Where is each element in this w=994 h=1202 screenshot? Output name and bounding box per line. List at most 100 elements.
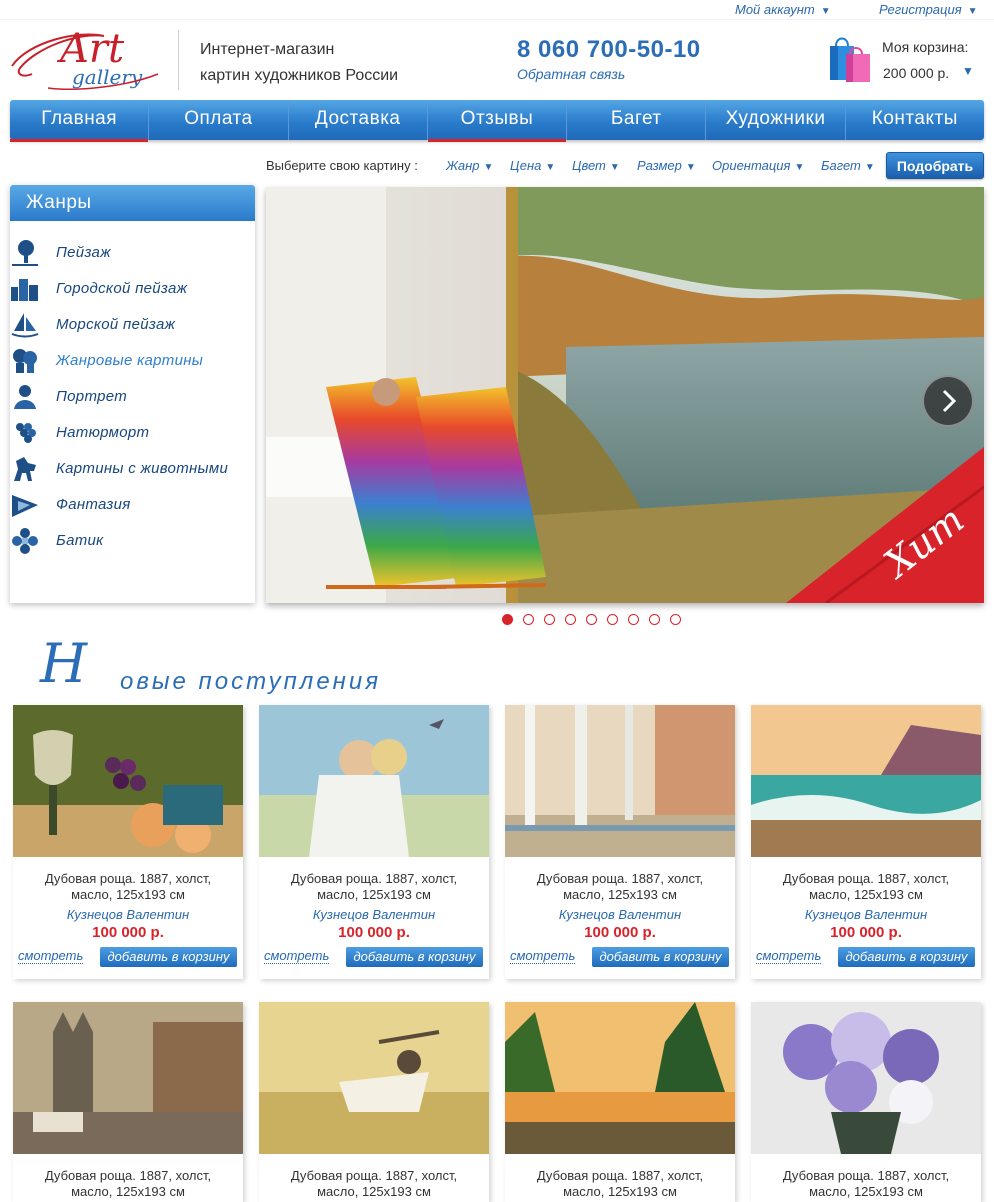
fantasy-icon xyxy=(10,491,40,519)
sidebar-item-label: Жанровые картины xyxy=(56,352,204,369)
product-image[interactable] xyxy=(13,705,243,857)
chevron-down-icon: ▼ xyxy=(820,6,831,17)
slider-next-button[interactable] xyxy=(922,375,974,427)
product-title[interactable]: Дубовая роща. 1887, холст, масло, 125х19… xyxy=(13,871,243,903)
sidebar-item-cityscape[interactable]: Городской пейзаж xyxy=(10,273,255,309)
logo[interactable]: Art gallery xyxy=(8,22,168,94)
nav-item-baguette[interactable]: Багет xyxy=(567,100,707,140)
product-title[interactable]: Дубовая роща. 1887, холст, масло, 125х19… xyxy=(751,1168,981,1200)
triangle-down-icon: ▼ xyxy=(864,162,875,173)
chevron-down-icon: ▼ xyxy=(967,6,978,17)
nav-item-payment[interactable]: Оплата xyxy=(149,100,289,140)
view-link[interactable]: смотреть xyxy=(18,948,84,964)
sidebar-item-landscape[interactable]: Пейзаж xyxy=(10,237,255,273)
triangle-down-icon: ▼ xyxy=(794,162,805,173)
chevron-right-icon xyxy=(942,389,957,413)
slider-dot[interactable] xyxy=(586,614,597,625)
add-to-cart-button[interactable]: добавить в корзину xyxy=(346,947,483,967)
sidebar-item-animals[interactable]: Картины с животными xyxy=(10,453,255,489)
view-link[interactable]: смотреть xyxy=(264,948,330,964)
view-link[interactable]: смотреть xyxy=(510,948,576,964)
filter-genre[interactable]: Жанр ▼ xyxy=(446,158,493,173)
genre-list: Пейзаж Городской пейзаж Морской пейзаж Ж… xyxy=(10,237,255,561)
add-to-cart-button[interactable]: добавить в корзину xyxy=(100,947,237,967)
product-image[interactable] xyxy=(13,1002,243,1154)
new-arrivals-title: Н овые поступления xyxy=(40,632,460,696)
product-title[interactable]: Дубовая роща. 1887, холст, масло, 125х19… xyxy=(259,1168,489,1200)
sidebar-item-portrait[interactable]: Портрет xyxy=(10,381,255,417)
cart-total[interactable]: 200 000 р. xyxy=(883,65,949,81)
register-link[interactable]: Регистрация ▼ xyxy=(879,2,978,17)
filter-orientation-label: Ориентация xyxy=(712,158,791,173)
slider-image: Хит xyxy=(266,187,984,603)
sidebar-item-fantasy[interactable]: Фантазия xyxy=(10,489,255,525)
product-price: 100 000 р. xyxy=(92,924,164,941)
sidebar-item-label: Городской пейзаж xyxy=(56,280,188,297)
slider-dot[interactable] xyxy=(523,614,534,625)
hero-slider[interactable]: Хит xyxy=(266,187,984,603)
slider-dot[interactable] xyxy=(649,614,660,625)
account-link[interactable]: Мой аккаунт ▼ xyxy=(735,2,831,17)
product-image[interactable] xyxy=(259,705,489,857)
product-image[interactable] xyxy=(259,1002,489,1154)
nav-item-reviews[interactable]: Отзывы xyxy=(427,100,568,142)
filter-label: Выберите свою картину : xyxy=(266,158,418,173)
product-artist[interactable]: Кузнецов Валентин xyxy=(13,907,243,922)
slider-dot[interactable] xyxy=(544,614,555,625)
product-title[interactable]: Дубовая роща. 1887, холст, масло, 125х19… xyxy=(505,1168,735,1200)
product-image[interactable] xyxy=(505,1002,735,1154)
slider-dot[interactable] xyxy=(565,614,576,625)
filter-color[interactable]: Цвет ▼ xyxy=(572,158,620,173)
product-artist[interactable]: Кузнецов Валентин xyxy=(505,907,735,922)
sailboat-icon xyxy=(10,311,40,339)
shopping-bag-icon[interactable] xyxy=(828,34,874,84)
sidebar-item-genre-paintings[interactable]: Жанровые картины xyxy=(10,345,255,381)
header-divider xyxy=(178,30,179,90)
slider-dot[interactable] xyxy=(607,614,618,625)
nav-item-contacts[interactable]: Контакты xyxy=(846,100,984,140)
nav-item-delivery[interactable]: Доставка xyxy=(289,100,428,140)
register-label: Регистрация xyxy=(879,2,962,17)
sidebar-item-label: Морской пейзаж xyxy=(56,316,176,333)
product-price: 100 000 р. xyxy=(584,924,656,941)
slider-dot[interactable] xyxy=(670,614,681,625)
product-artist[interactable]: Кузнецов Валентин xyxy=(751,907,981,922)
pick-button[interactable]: Подобрать xyxy=(886,152,984,179)
account-label: Мой аккаунт xyxy=(735,2,815,17)
product-artist[interactable]: Кузнецов Валентин xyxy=(259,907,489,922)
filter-price[interactable]: Цена ▼ xyxy=(510,158,555,173)
phone-number[interactable]: 8 060 700-50-10 xyxy=(517,36,701,64)
filter-color-label: Цвет xyxy=(572,158,606,173)
tree-icon xyxy=(10,239,40,267)
product-image[interactable] xyxy=(505,705,735,857)
filter-baguette[interactable]: Багет ▼ xyxy=(821,158,875,173)
product-card: Дубовая роща. 1887, холст, масло, 125х19… xyxy=(259,705,489,979)
add-to-cart-button[interactable]: добавить в корзину xyxy=(838,947,975,967)
slider-dot[interactable] xyxy=(628,614,639,625)
shop-description: Интернет-магазин картин художников Росси… xyxy=(200,37,398,89)
city-icon xyxy=(10,275,40,303)
product-image[interactable] xyxy=(751,1002,981,1154)
sidebar-item-batik[interactable]: Батик xyxy=(10,525,255,561)
product-card: Дубовая роща. 1887, холст, масло, 125х19… xyxy=(751,1002,981,1202)
product-title[interactable]: Дубовая роща. 1887, холст, масло, 125х19… xyxy=(751,871,981,903)
filter-orientation[interactable]: Ориентация ▼ xyxy=(712,158,804,173)
product-image[interactable] xyxy=(751,705,981,857)
feedback-link[interactable]: Обратная связь xyxy=(517,66,625,82)
add-to-cart-button[interactable]: добавить в корзину xyxy=(592,947,729,967)
nav-item-home[interactable]: Главная xyxy=(10,100,150,142)
filter-size[interactable]: Размер ▼ xyxy=(637,158,696,173)
sidebar-item-seascape[interactable]: Морской пейзаж xyxy=(10,309,255,345)
product-title[interactable]: Дубовая роща. 1887, холст, масло, 125х19… xyxy=(505,871,735,903)
chevron-down-icon[interactable]: ▼ xyxy=(962,64,974,78)
product-card: Дубовая роща. 1887, холст, масло, 125х19… xyxy=(13,1002,243,1202)
filter-size-label: Размер xyxy=(637,158,682,173)
sidebar-item-still-life[interactable]: Натюрморт xyxy=(10,417,255,453)
nav-item-artists[interactable]: Художники xyxy=(706,100,846,140)
product-card: Дубовая роща. 1887, холст, масло, 125х19… xyxy=(259,1002,489,1202)
product-title[interactable]: Дубовая роща. 1887, холст, масло, 125х19… xyxy=(13,1168,243,1200)
filter-price-label: Цена xyxy=(510,158,542,173)
view-link[interactable]: смотреть xyxy=(756,948,822,964)
product-title[interactable]: Дубовая роща. 1887, холст, масло, 125х19… xyxy=(259,871,489,903)
slider-dot[interactable] xyxy=(502,614,513,625)
